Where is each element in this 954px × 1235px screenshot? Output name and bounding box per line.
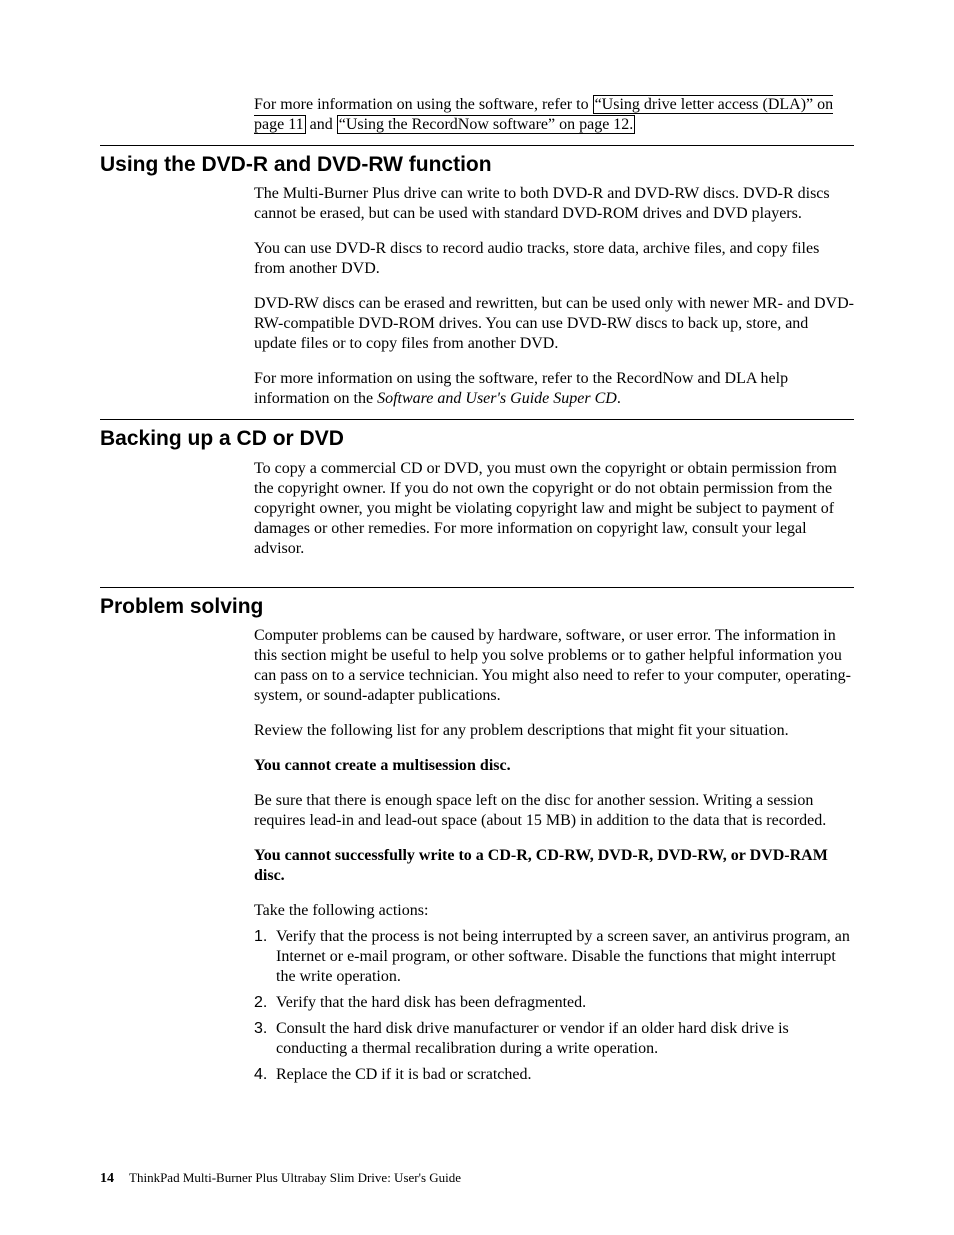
list-item: 1. Verify that the process is not being … bbox=[254, 927, 854, 987]
body-text: Computer problems can be caused by hardw… bbox=[254, 626, 854, 706]
page-footer: 14 ThinkPad Multi-Burner Plus Ultrabay S… bbox=[100, 1170, 461, 1188]
body-text: Take the following actions: bbox=[254, 901, 854, 921]
doc-title-ref: Software and User's Guide Super CD bbox=[377, 390, 617, 407]
list-text: Verify that the hard disk has been defra… bbox=[276, 993, 854, 1013]
list-text: Consult the hard disk drive manufacturer… bbox=[276, 1019, 854, 1059]
xref-recordnow[interactable]: “Using the RecordNow software” on page 1… bbox=[337, 115, 636, 134]
body-text: Be sure that there is enough space left … bbox=[254, 791, 854, 831]
body-text: The Multi-Burner Plus drive can write to… bbox=[254, 184, 854, 224]
problem-heading: You cannot successfully write to a CD-R,… bbox=[254, 846, 854, 886]
section-rule bbox=[100, 145, 854, 146]
list-item: 3. Consult the hard disk drive manufactu… bbox=[254, 1019, 854, 1059]
list-number: 4. bbox=[254, 1065, 276, 1085]
body-text: Review the following list for any proble… bbox=[254, 721, 854, 741]
spacer bbox=[100, 565, 854, 577]
intro-text-mid: and bbox=[306, 116, 337, 133]
list-number: 1. bbox=[254, 927, 276, 987]
problem-heading: You cannot create a multisession disc. bbox=[254, 756, 854, 776]
heading-backing-up: Backing up a CD or DVD bbox=[100, 426, 854, 452]
list-text: Verify that the process is not being int… bbox=[276, 927, 854, 987]
footer-doc-title: ThinkPad Multi-Burner Plus Ultrabay Slim… bbox=[129, 1170, 461, 1185]
body-text: To copy a commercial CD or DVD, you must… bbox=[254, 459, 854, 559]
section-rule bbox=[100, 587, 854, 588]
heading-problem-solving: Problem solving bbox=[100, 594, 854, 620]
list-number: 3. bbox=[254, 1019, 276, 1059]
list-item: 2. Verify that the hard disk has been de… bbox=[254, 993, 854, 1013]
body-text-span: . bbox=[617, 390, 621, 407]
list-number: 2. bbox=[254, 993, 276, 1013]
page-content: For more information on using the softwa… bbox=[0, 0, 954, 1131]
intro-paragraph: For more information on using the softwa… bbox=[254, 95, 854, 135]
list-text: Replace the CD if it is bad or scratched… bbox=[276, 1065, 854, 1085]
action-list: 1. Verify that the process is not being … bbox=[254, 927, 854, 1085]
body-text: For more information on using the softwa… bbox=[254, 369, 854, 409]
page-number: 14 bbox=[100, 1171, 114, 1186]
list-item: 4. Replace the CD if it is bad or scratc… bbox=[254, 1065, 854, 1085]
body-text: You can use DVD-R discs to record audio … bbox=[254, 239, 854, 279]
heading-dvd-function: Using the DVD-R and DVD-RW function bbox=[100, 152, 854, 178]
intro-text-before: For more information on using the softwa… bbox=[254, 96, 593, 113]
body-text: DVD-RW discs can be erased and rewritten… bbox=[254, 294, 854, 354]
section-rule bbox=[100, 419, 854, 420]
